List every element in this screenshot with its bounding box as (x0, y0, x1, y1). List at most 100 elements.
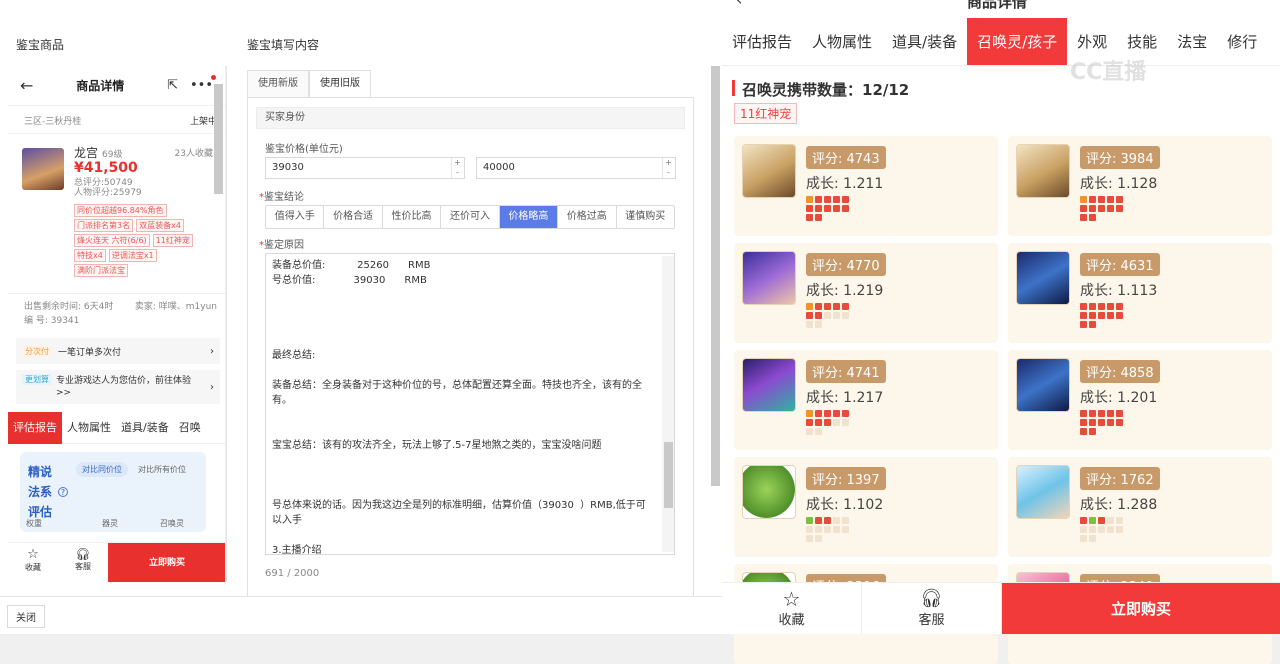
skill-dot (806, 517, 813, 524)
back-arrow-icon[interactable]: ‹ (736, 0, 742, 9)
tab-equipment[interactable]: 道具/装备 (882, 18, 967, 65)
conclusion-option[interactable]: 价格合适 (324, 206, 383, 228)
installment-row[interactable]: 分次付 一笔订单多次付 › (16, 338, 220, 364)
tab-report[interactable]: 评估报告 (722, 18, 802, 65)
tab-treasure[interactable]: 法宝 (1167, 18, 1217, 65)
skill-dot (806, 303, 813, 310)
skill-dot (824, 526, 831, 533)
pet-score: 评分: 4743 (806, 146, 886, 169)
chevron-right-icon: › (210, 345, 214, 357)
pet-card[interactable]: 评分: 4858 成长: 1.201 (1008, 350, 1272, 450)
tag: 双蓝装备x4 (136, 219, 184, 232)
skill-dot (1107, 196, 1114, 203)
page-scrollbar[interactable] (711, 66, 720, 486)
product-preview-phone: ← 商品详情 ⇱ ••• 三区-三秋丹桂 上架中 龙宫 69级 23人收藏 ¥4… (8, 66, 226, 582)
skill-dot (824, 410, 831, 417)
preview-scrollbar[interactable] (214, 84, 223, 194)
reason-textarea[interactable]: 装备总价值: 25260 RMB 号总价值: 39030 RMB 最终总结: 装备总结… (265, 253, 675, 555)
favorite-button[interactable]: ☆ 收藏 (722, 583, 862, 634)
pet-card[interactable]: 评分: 3984 成长: 1.128 (1008, 136, 1272, 236)
buy-now-button[interactable]: 立即购买 (108, 543, 225, 582)
skill-dot (824, 205, 831, 212)
star-icon: ☆ (27, 547, 39, 562)
pet-card[interactable]: 评分: 1762 成长: 1.288 (1008, 457, 1272, 557)
conclusion-option[interactable]: 性价比高 (383, 206, 442, 228)
tab-summon-children[interactable]: 召唤灵/孩子 (967, 18, 1068, 65)
pet-card[interactable]: 评分: 4743 成长: 1.211 (734, 136, 998, 236)
tab-attributes[interactable]: 人物属性 (802, 18, 882, 65)
tab-old-version[interactable]: 使用旧版 (309, 70, 371, 97)
price-min-input[interactable]: 39030 (265, 157, 465, 179)
pet-growth: 成长: 1.217 (806, 390, 884, 406)
summon-detail-phone: ‹ 商品详情 评估报告 人物属性 道具/装备 召唤灵/孩子 外观 技能 法宝 修… (722, 0, 1280, 664)
headset-icon: 🎧︎ (75, 547, 91, 561)
conclusion-option-selected[interactable]: 价格略高 (499, 206, 559, 228)
tab-new-version[interactable]: 使用新版 (247, 70, 309, 97)
watermark: CC直播 (1070, 60, 1147, 85)
skill-dot (815, 526, 822, 533)
price-max-stepper[interactable]: + - (662, 158, 674, 178)
tab-report[interactable]: 评估报告 (8, 411, 62, 444)
skill-dot (1107, 205, 1114, 212)
character-avatar (22, 148, 64, 190)
pet-card[interactable]: 评分: 1397 成长: 1.102 (734, 457, 998, 557)
pet-card[interactable]: 评分: 4741 成长: 1.217 (734, 350, 998, 450)
buy-now-button[interactable]: 立即购买 (1002, 583, 1280, 634)
sell-time: 出售剩余时间: 6天4时 (24, 302, 114, 312)
favorite-button[interactable]: ☆ 收藏 (8, 543, 58, 582)
help-icon[interactable]: ? (58, 487, 69, 497)
skill-dot (1089, 321, 1096, 328)
compare-same-price-tab[interactable]: 对比同价位 (76, 462, 128, 477)
skill-dot (1080, 321, 1087, 328)
pet-growth: 成长: 1.211 (806, 176, 884, 192)
close-button[interactable]: 关闭 (7, 605, 45, 628)
tab-cultivation[interactable]: 修行 (1217, 18, 1267, 65)
conclusion-option[interactable]: 值得入手 (266, 206, 325, 228)
skill-dot (1098, 517, 1105, 524)
favorite-label: 收藏 (25, 563, 41, 572)
more-icon[interactable]: ••• (190, 75, 216, 93)
textarea-scrollbar-thumb[interactable] (664, 442, 673, 508)
red-pet-badge: 11红神宠 (734, 103, 798, 124)
conclusion-option[interactable]: 还价可入 (441, 206, 500, 228)
skill-dot (833, 526, 840, 533)
nav-title: 商品详情 (76, 79, 125, 93)
tab-equipment[interactable]: 道具/装备 (116, 412, 174, 444)
skill-dot (833, 517, 840, 524)
pet-card[interactable]: 评分: 4631 成长: 1.113 (1008, 243, 1272, 343)
appraisal-editor: 鉴宝商品 鉴宝填写内容 ← 商品详情 ⇱ ••• 三区-三秋丹桂 上架中 龙宫 … (0, 0, 722, 634)
tab-attributes[interactable]: 人物属性 (62, 412, 116, 444)
share-icon[interactable]: ⇱ (167, 78, 178, 93)
back-arrow-icon[interactable]: ← (20, 76, 33, 95)
appraise-row[interactable]: 更划算 专业游戏达人为您估价，前往体验 >> › (16, 370, 220, 404)
service-button[interactable]: 🎧︎ 客服 (58, 543, 108, 582)
pet-card[interactable]: 评分: 4770 成长: 1.219 (734, 243, 998, 343)
service-label: 客服 (918, 613, 945, 628)
pet-growth: 成长: 1.113 (1080, 283, 1158, 299)
evaluation-card: 精说 法系? 评估 对比同价位 对比所有价位 权重 器灵 召唤灵 (20, 452, 206, 532)
service-button[interactable]: 🎧︎ 客服 (862, 583, 1002, 634)
price-max-input[interactable]: 40000 (476, 157, 676, 179)
summon-count-label: 召唤灵携带数量：12/12 (742, 81, 910, 99)
conclusion-option[interactable]: 谨慎购买 (617, 206, 674, 228)
character-level: 69级 (102, 150, 123, 160)
skill-dot (842, 419, 849, 426)
skill-dot (815, 312, 822, 319)
headset-icon: 🎧︎ (920, 588, 943, 609)
pet-avatar (742, 251, 796, 305)
conclusion-option[interactable]: 价格过高 (558, 206, 617, 228)
pet-avatar (742, 358, 796, 412)
reason-line: 最终总结: (272, 350, 316, 361)
skill-dot (815, 428, 822, 435)
reason-line (272, 528, 658, 543)
compare-all-price-tab[interactable]: 对比所有价位 (132, 462, 192, 477)
skill-dot (815, 321, 822, 328)
price-min-stepper[interactable]: + - (451, 158, 463, 178)
skill-dot (1080, 535, 1087, 542)
detail-tabs: 评估报告 人物属性 道具/装备 召唤灵/孩子 外观 技能 法宝 修行 (722, 18, 1280, 66)
buyer-identity-header: 买家身份 (256, 107, 685, 129)
tab-summon[interactable]: 召唤 (174, 412, 206, 444)
seller: 卖家: 咩噗、m1yun (134, 302, 217, 312)
skill-dot (1107, 410, 1114, 417)
listing-status: 上架中 (189, 117, 217, 127)
